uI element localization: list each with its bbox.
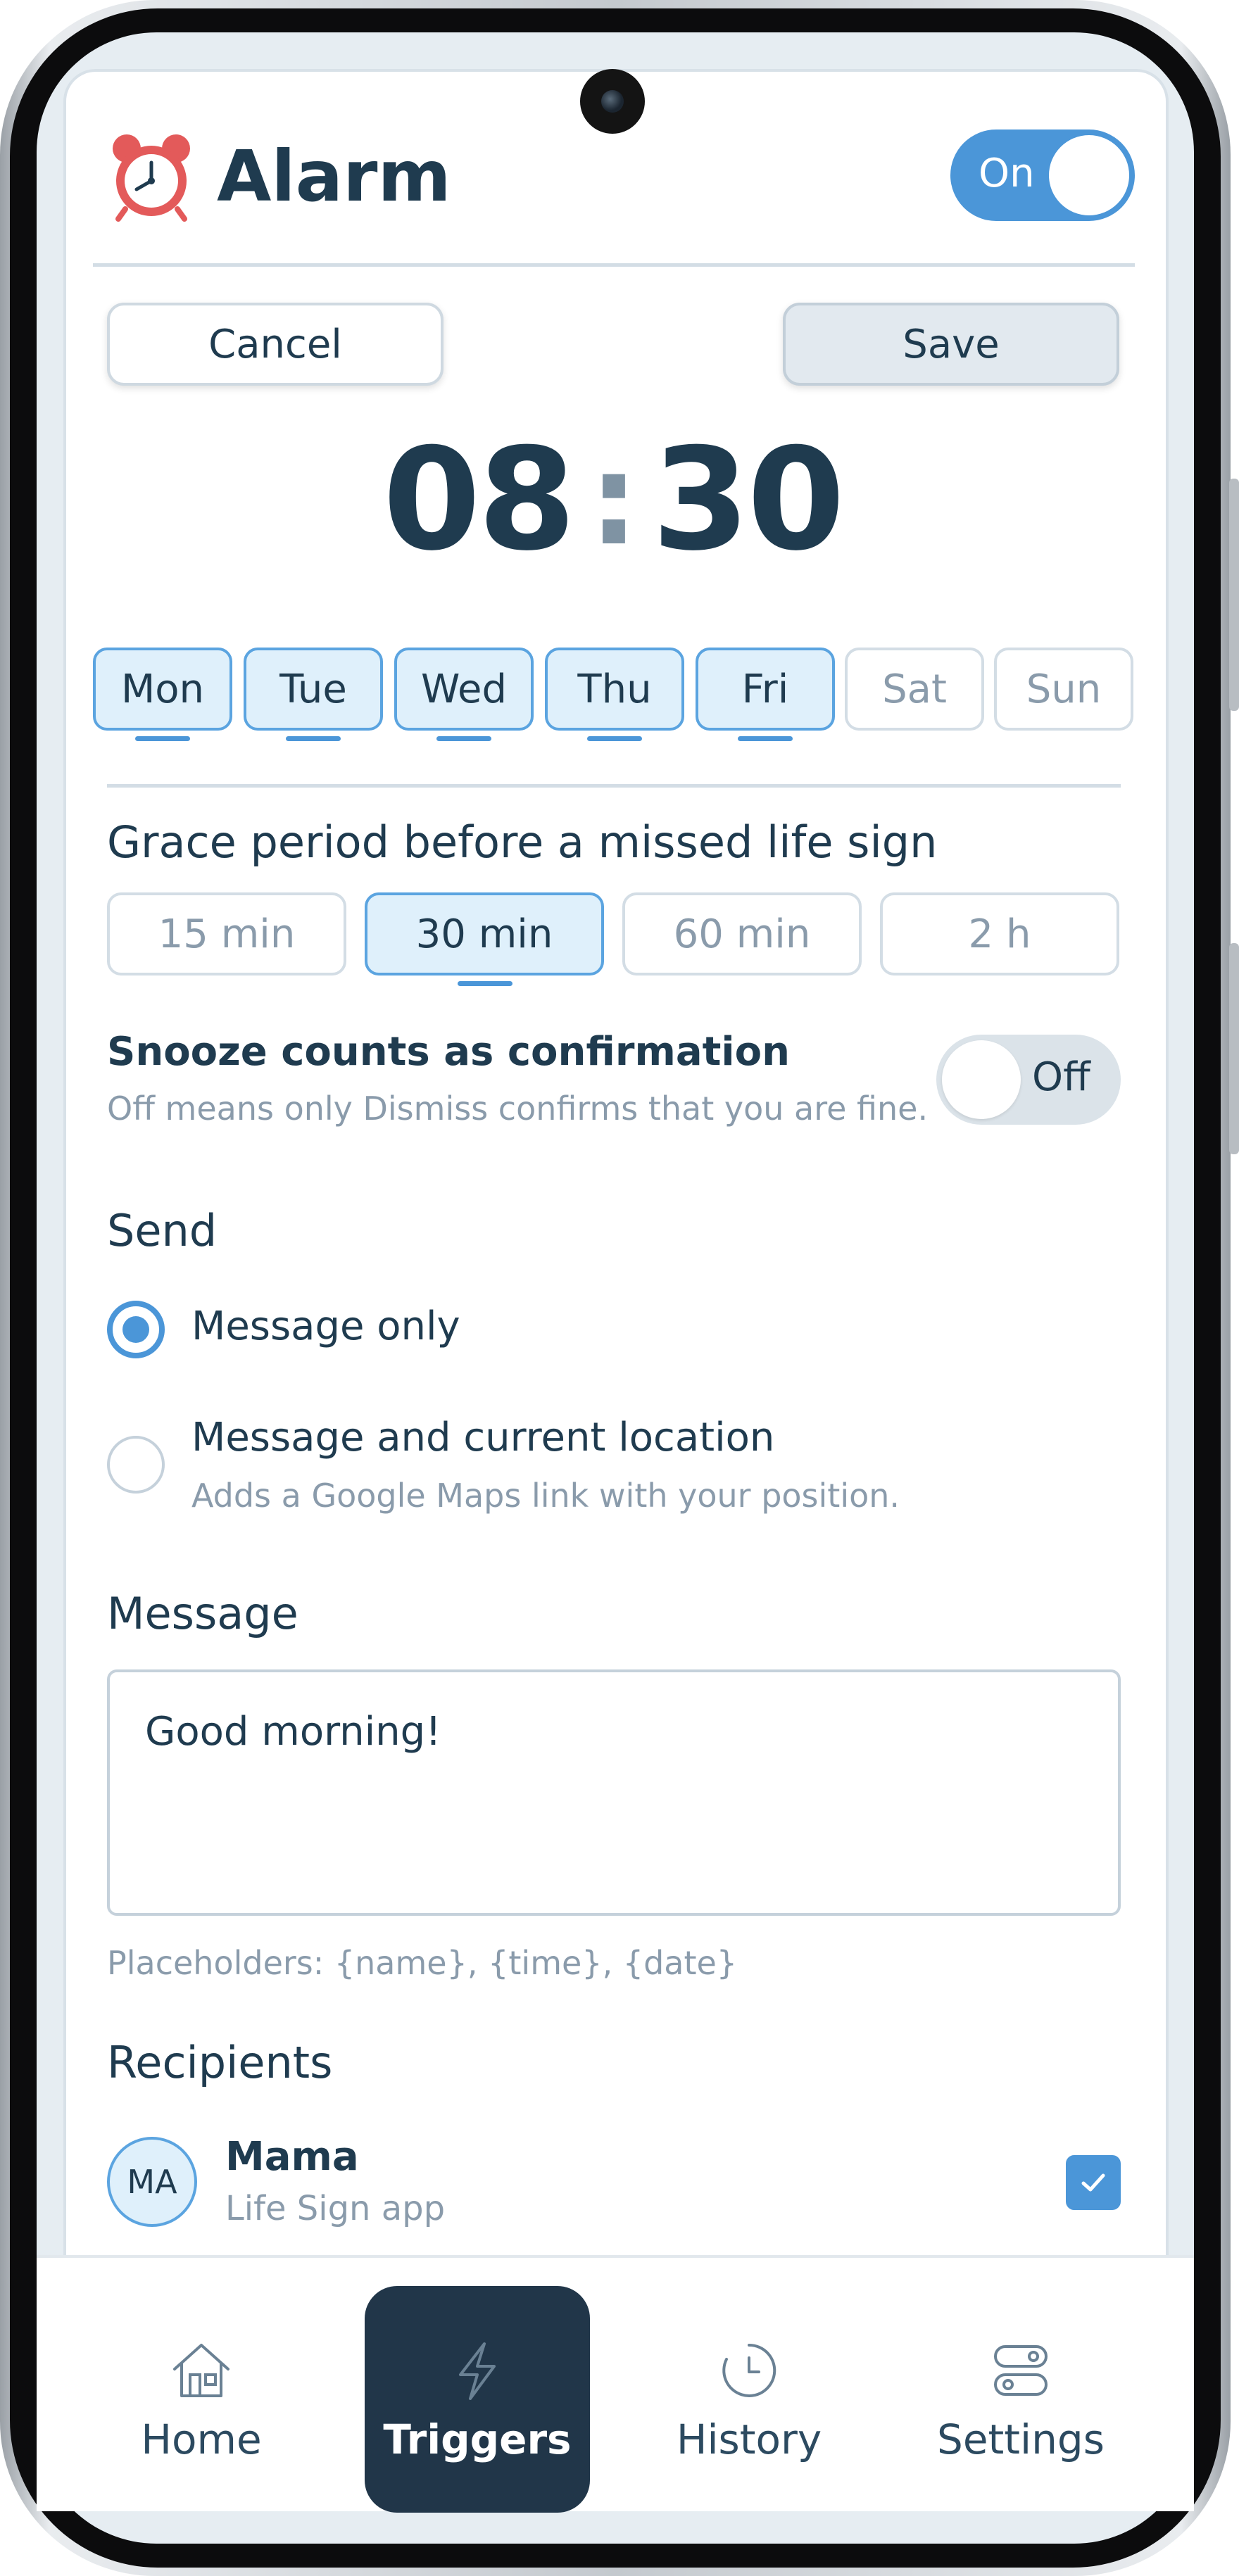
grace-option-60-min[interactable]: 60 min — [622, 892, 862, 976]
alarm-card — [63, 69, 1169, 2321]
day-selected-indicator — [436, 736, 491, 741]
toggle-label: On — [979, 151, 1035, 196]
snooze-title: Snooze counts as confirmation — [107, 1029, 790, 1075]
time-separator: : — [589, 426, 639, 574]
nav-item-triggers[interactable]: Triggers — [365, 2286, 590, 2513]
grace-option-15-min[interactable]: 15 min — [107, 892, 346, 976]
snooze-toggle[interactable]: Off — [936, 1035, 1121, 1125]
send-option-message-location-label[interactable]: Message and current location — [191, 1415, 774, 1460]
grace-period-title: Grace period before a missed life sign — [107, 816, 938, 868]
grace-selected-indicator — [458, 981, 512, 986]
front-camera — [580, 69, 645, 134]
days-divider — [107, 784, 1121, 788]
toggles-icon — [986, 2335, 1056, 2406]
nav-item-settings[interactable]: Settings — [908, 2286, 1133, 2513]
nav-label: Settings — [937, 2416, 1105, 2463]
toggle-knob — [942, 1040, 1021, 1119]
time-minutes[interactable]: 30 — [652, 418, 845, 582]
bottom-nav: Home Triggers History Settings — [37, 2255, 1194, 2513]
lightning-icon — [442, 2335, 512, 2406]
time-hours[interactable]: 08 — [383, 418, 576, 582]
clock-icon — [714, 2335, 784, 2406]
snooze-subtitle: Off means only Dismiss confirms that you… — [107, 1090, 929, 1128]
toggle-label: Off — [1032, 1054, 1090, 1100]
grace-option-30-min[interactable]: 30 min — [365, 892, 604, 976]
recipients-title: Recipients — [107, 2037, 333, 2088]
page-title: Alarm — [217, 134, 451, 217]
day-tue[interactable]: Tue — [244, 648, 383, 731]
send-option-message-only-radio[interactable] — [107, 1301, 165, 1358]
cancel-button[interactable]: Cancel — [107, 303, 444, 386]
avatar: MA — [107, 2137, 197, 2227]
message-placeholders-hint: Placeholders: {name}, {time}, {date} — [107, 1944, 738, 1982]
save-button[interactable]: Save — [783, 303, 1119, 386]
day-wed[interactable]: Wed — [394, 648, 534, 731]
side-button — [1229, 479, 1239, 711]
nav-item-history[interactable]: History — [636, 2286, 862, 2513]
home-icon — [166, 2335, 237, 2406]
screen — [37, 32, 1194, 2544]
day-selected-indicator — [587, 736, 642, 741]
send-option-message-only-label[interactable]: Message only — [191, 1303, 460, 1349]
send-title: Send — [107, 1205, 218, 1256]
day-selected-indicator — [286, 736, 341, 741]
grace-option-2-h[interactable]: 2 h — [880, 892, 1119, 976]
nav-label: History — [676, 2416, 822, 2463]
send-option-message-location-subtitle: Adds a Google Maps link with your positi… — [191, 1477, 900, 1515]
nav-item-home[interactable]: Home — [89, 2286, 314, 2513]
alarm-time[interactable]: 08 : 30 — [383, 418, 845, 582]
alarm-header: Alarm — [106, 127, 451, 225]
alarm-clock-icon — [106, 130, 197, 222]
day-fri[interactable]: Fri — [696, 648, 835, 731]
message-textarea[interactable]: Good morning! — [107, 1669, 1121, 1916]
side-button — [1229, 943, 1239, 1154]
day-selected-indicator — [738, 736, 793, 741]
nav-label: Home — [141, 2416, 262, 2463]
nav-label: Triggers — [383, 2416, 572, 2463]
send-option-message-location-radio[interactable] — [107, 1436, 165, 1494]
day-thu[interactable]: Thu — [545, 648, 684, 731]
message-title: Message — [107, 1588, 298, 1639]
day-sun[interactable]: Sun — [994, 648, 1133, 731]
header-divider — [93, 263, 1135, 267]
day-selected-indicator — [135, 736, 190, 741]
day-mon[interactable]: Mon — [93, 648, 232, 731]
recipient-checkbox[interactable] — [1066, 2155, 1121, 2210]
day-sat[interactable]: Sat — [845, 648, 984, 731]
check-icon — [1076, 2166, 1110, 2199]
toggle-knob — [1049, 135, 1129, 215]
alarm-enabled-toggle[interactable]: On — [950, 130, 1135, 221]
recipient-name: Mama — [225, 2134, 359, 2180]
recipient-subtitle: Life Sign app — [225, 2189, 446, 2228]
